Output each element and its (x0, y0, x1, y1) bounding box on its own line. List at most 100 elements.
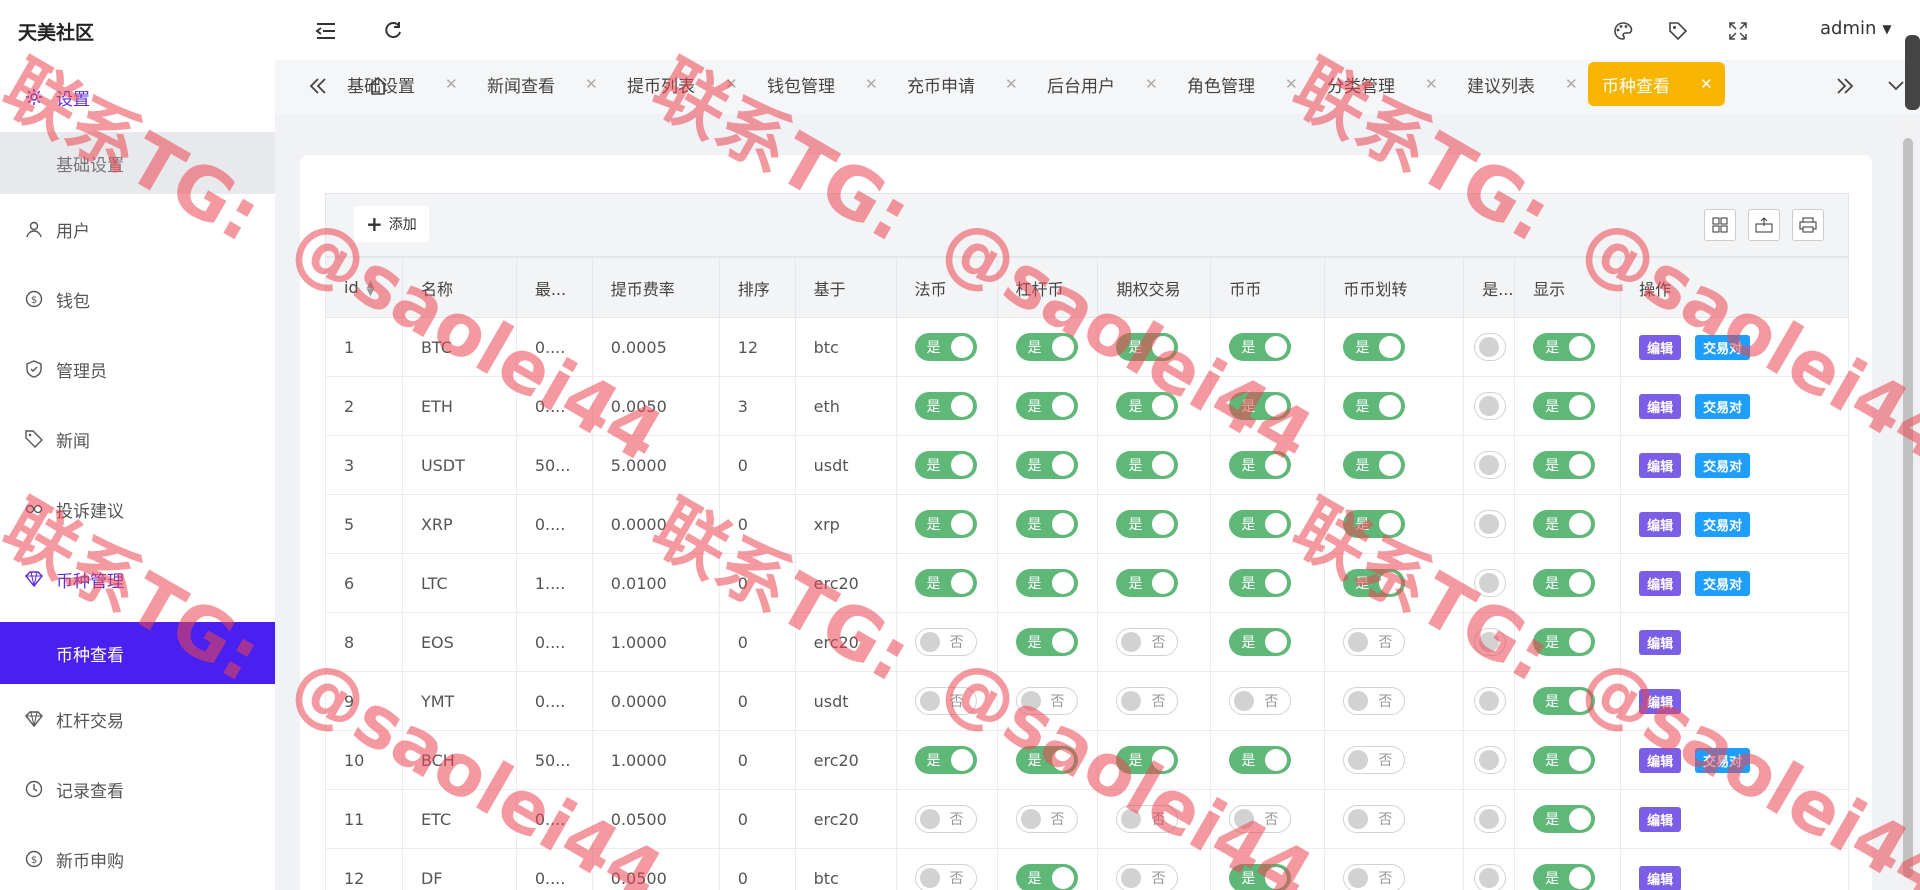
toggle-switch[interactable]: 是 (1533, 392, 1596, 420)
column-header[interactable]: id ▲ ▼ (325, 257, 403, 318)
toggle-switch[interactable] (1474, 864, 1507, 890)
toggle-switch[interactable]: 否 (1015, 805, 1078, 833)
trading-pair-button[interactable]: 交易对 (1695, 747, 1751, 773)
toggle-switch[interactable]: 是 (1343, 333, 1406, 361)
trading-pair-button[interactable]: 交易对 (1695, 570, 1751, 596)
refresh-icon[interactable] (380, 18, 406, 44)
toggle-switch[interactable]: 是 (1116, 510, 1179, 538)
edit-button[interactable]: 编辑 (1639, 865, 1682, 890)
edit-button[interactable]: 编辑 (1639, 511, 1682, 537)
toggle-switch[interactable]: 否 (1343, 805, 1406, 833)
toggle-switch[interactable]: 否 (914, 628, 977, 656)
toggle-switch[interactable]: 是 (1229, 569, 1292, 597)
toggle-switch[interactable]: 是 (1533, 864, 1596, 890)
toggle-switch[interactable]: 是 (1229, 864, 1292, 890)
tab[interactable]: 钱包管理 ✕ (753, 62, 878, 106)
edit-button[interactable]: 编辑 (1639, 806, 1682, 832)
trading-pair-button[interactable]: 交易对 (1695, 334, 1751, 360)
tab[interactable]: 角色管理 ✕ (1173, 62, 1298, 106)
toggle-switch[interactable]: 是 (1533, 569, 1596, 597)
toggle-switch[interactable]: 否 (1343, 864, 1406, 890)
toggle-switch[interactable]: 否 (1116, 687, 1179, 715)
tab[interactable]: 充币申请 ✕ (893, 62, 1018, 106)
tab[interactable]: 分类管理 ✕ (1313, 62, 1438, 106)
sidebar-item[interactable]: 设置 (0, 62, 275, 132)
sidebar-subitem[interactable]: 币种查看 (0, 622, 275, 684)
toggle-switch[interactable]: 否 (1343, 746, 1406, 774)
toggle-switch[interactable]: 是 (1015, 510, 1078, 538)
toggle-switch[interactable]: 否 (1116, 628, 1179, 656)
toggle-switch[interactable] (1474, 746, 1507, 774)
edit-button[interactable]: 编辑 (1639, 452, 1682, 478)
tab[interactable]: 提币列表 ✕ (613, 62, 738, 106)
close-icon[interactable]: ✕ (445, 75, 458, 93)
tabs-next-icon[interactable] (1832, 73, 1858, 99)
toggle-switch[interactable]: 是 (1229, 451, 1292, 479)
toggle-switch[interactable] (1474, 628, 1507, 656)
toggle-switch[interactable]: 是 (914, 451, 977, 479)
fullscreen-icon[interactable] (1725, 18, 1751, 44)
add-button[interactable]: + 添加 (354, 206, 429, 242)
scrollbar-thumb[interactable] (1903, 138, 1913, 878)
trading-pair-button[interactable]: 交易对 (1695, 452, 1751, 478)
close-icon[interactable]: ✕ (1005, 75, 1018, 93)
toggle-switch[interactable]: 是 (1015, 392, 1078, 420)
toggle-switch[interactable]: 是 (1015, 451, 1078, 479)
toggle-switch[interactable]: 是 (1533, 510, 1596, 538)
toggle-switch[interactable]: 否 (914, 687, 977, 715)
toggle-switch[interactable]: 否 (1229, 687, 1292, 715)
collapse-menu-icon[interactable] (313, 18, 339, 44)
close-icon[interactable]: ✕ (585, 75, 598, 93)
tab[interactable]: 建议列表 ✕ (1453, 62, 1578, 106)
tabs-prev-icon[interactable] (305, 73, 331, 99)
toggle-switch[interactable] (1474, 805, 1507, 833)
sidebar-item[interactable]: $ 钱包 (0, 264, 275, 334)
toggle-switch[interactable]: 是 (1229, 333, 1292, 361)
sidebar-item[interactable]: 投诉建议 (0, 474, 275, 544)
tab[interactable]: 基础设置 ✕ (333, 62, 458, 106)
toggle-switch[interactable] (1474, 451, 1507, 479)
edit-button[interactable]: 编辑 (1639, 570, 1682, 596)
toggle-switch[interactable]: 是 (1015, 864, 1078, 890)
theme-palette-icon[interactable] (1610, 18, 1636, 44)
close-icon[interactable]: ✕ (1145, 75, 1158, 93)
toggle-switch[interactable]: 是 (1015, 628, 1078, 656)
toggle-switch[interactable] (1474, 687, 1507, 715)
toggle-switch[interactable]: 是 (1116, 746, 1179, 774)
close-icon[interactable]: ✕ (1285, 75, 1298, 93)
toggle-switch[interactable]: 否 (1229, 805, 1292, 833)
toggle-switch[interactable]: 否 (914, 805, 977, 833)
sidebar-subitem[interactable]: 基础设置 (0, 132, 275, 194)
sort-icon[interactable]: ▲ ▼ (367, 279, 375, 297)
toggle-switch[interactable] (1474, 333, 1507, 361)
close-icon[interactable]: ✕ (725, 75, 738, 93)
toggle-switch[interactable]: 否 (1343, 628, 1406, 656)
print-icon[interactable] (1792, 209, 1824, 241)
tab[interactable]: 币种查看 ✕ (1588, 62, 1725, 106)
close-icon[interactable]: ✕ (865, 75, 878, 93)
toggle-switch[interactable]: 是 (1533, 687, 1596, 715)
toggle-switch[interactable]: 是 (1116, 333, 1179, 361)
edit-button[interactable]: 编辑 (1639, 629, 1682, 655)
toggle-switch[interactable]: 是 (1015, 333, 1078, 361)
edit-button[interactable]: 编辑 (1639, 334, 1682, 360)
toggle-switch[interactable] (1474, 510, 1507, 538)
toggle-switch[interactable]: 是 (1229, 628, 1292, 656)
tab[interactable]: 新闻查看 ✕ (473, 62, 598, 106)
toggle-switch[interactable]: 是 (1229, 746, 1292, 774)
toggle-switch[interactable]: 是 (1116, 451, 1179, 479)
tab[interactable]: 后台用户 ✕ (1033, 62, 1158, 106)
toggle-switch[interactable]: 是 (1015, 746, 1078, 774)
vertical-scrollbar[interactable] (1900, 120, 1916, 890)
sidebar-item[interactable]: 杠杆交易 (0, 684, 275, 754)
toggle-switch[interactable]: 是 (1229, 392, 1292, 420)
trading-pair-button[interactable]: 交易对 (1695, 393, 1751, 419)
toggle-switch[interactable]: 是 (1533, 451, 1596, 479)
toggle-switch[interactable]: 是 (1229, 510, 1292, 538)
toggle-switch[interactable]: 是 (914, 510, 977, 538)
toggle-switch[interactable]: 是 (1343, 510, 1406, 538)
toggle-switch[interactable]: 是 (1533, 805, 1596, 833)
toggle-switch[interactable]: 是 (1015, 569, 1078, 597)
trading-pair-button[interactable]: 交易对 (1695, 511, 1751, 537)
sidebar-item[interactable]: 管理员 (0, 334, 275, 404)
